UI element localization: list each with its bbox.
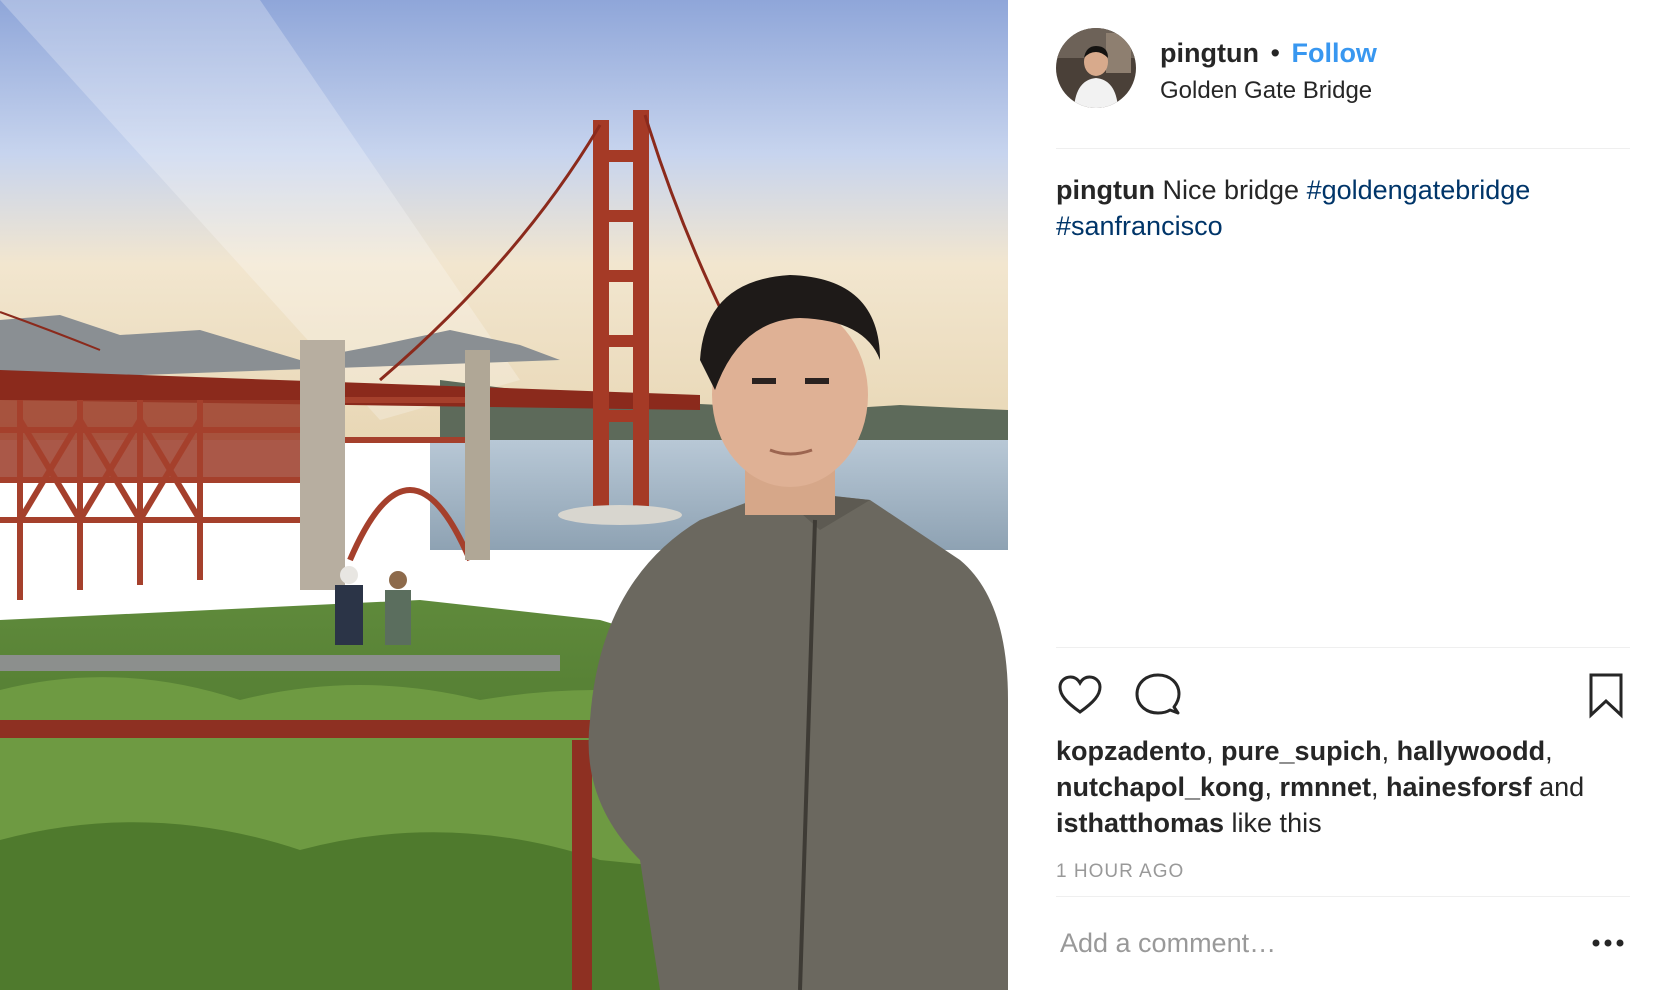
save-button[interactable]	[1582, 671, 1630, 719]
likes-summary: kopzadento, pure_supich, hallywoodd, nut…	[1056, 736, 1585, 838]
hashtag-sanfrancisco[interactable]: #sanfrancisco	[1056, 211, 1223, 241]
liker-link[interactable]: nutchapol_kong	[1056, 772, 1265, 802]
liker-link[interactable]: pure_supich	[1221, 736, 1382, 766]
post-header: pingtun • Follow Golden Gate Bridge	[1056, 28, 1630, 149]
liker-link[interactable]: kopzadento	[1056, 736, 1206, 766]
caption-username[interactable]: pingtun	[1056, 175, 1155, 205]
post-timestamp[interactable]: 1 HOUR AGO	[1056, 861, 1184, 883]
likes-and-text: and	[1539, 772, 1585, 802]
instagram-post: pingtun • Follow Golden Gate Bridge ping…	[0, 0, 1666, 990]
post-details-panel: pingtun • Follow Golden Gate Bridge ping…	[1008, 0, 1666, 990]
username[interactable]: pingtun	[1160, 38, 1259, 68]
comment-icon	[1135, 673, 1181, 715]
separator-dot: •	[1270, 38, 1280, 68]
more-options-button[interactable]	[1586, 921, 1630, 965]
like-button[interactable]	[1056, 671, 1104, 719]
hashtag-goldengatebridge[interactable]: #goldengatebridge	[1307, 175, 1531, 205]
follow-button[interactable]: Follow	[1291, 38, 1376, 68]
golden-gate-bridge-photo	[0, 0, 1008, 990]
comment-bar	[1056, 896, 1630, 991]
action-bar	[1056, 647, 1630, 738]
post-photo[interactable]	[0, 0, 1008, 990]
more-options-icon	[1592, 939, 1624, 947]
heart-icon	[1058, 675, 1102, 714]
liker-link[interactable]: isthatthomas	[1056, 808, 1224, 838]
location-link[interactable]: Golden Gate Bridge	[1160, 75, 1372, 107]
post-caption: pingtun Nice bridge #goldengatebridge #s…	[1056, 172, 1630, 244]
liker-link[interactable]: rmnnet	[1280, 772, 1372, 802]
likes-suffix-text: like this	[1231, 808, 1322, 838]
liker-link[interactable]: hainesforsf	[1386, 772, 1532, 802]
avatar-image	[1056, 28, 1136, 108]
bookmark-icon	[1589, 673, 1623, 719]
avatar[interactable]	[1056, 28, 1136, 108]
comment-input[interactable]	[1056, 915, 1564, 971]
caption-text: Nice bridge	[1162, 175, 1300, 205]
header-user-line: pingtun • Follow	[1160, 36, 1377, 70]
liker-link[interactable]: hallywoodd	[1397, 736, 1546, 766]
comment-button[interactable]	[1134, 671, 1182, 719]
